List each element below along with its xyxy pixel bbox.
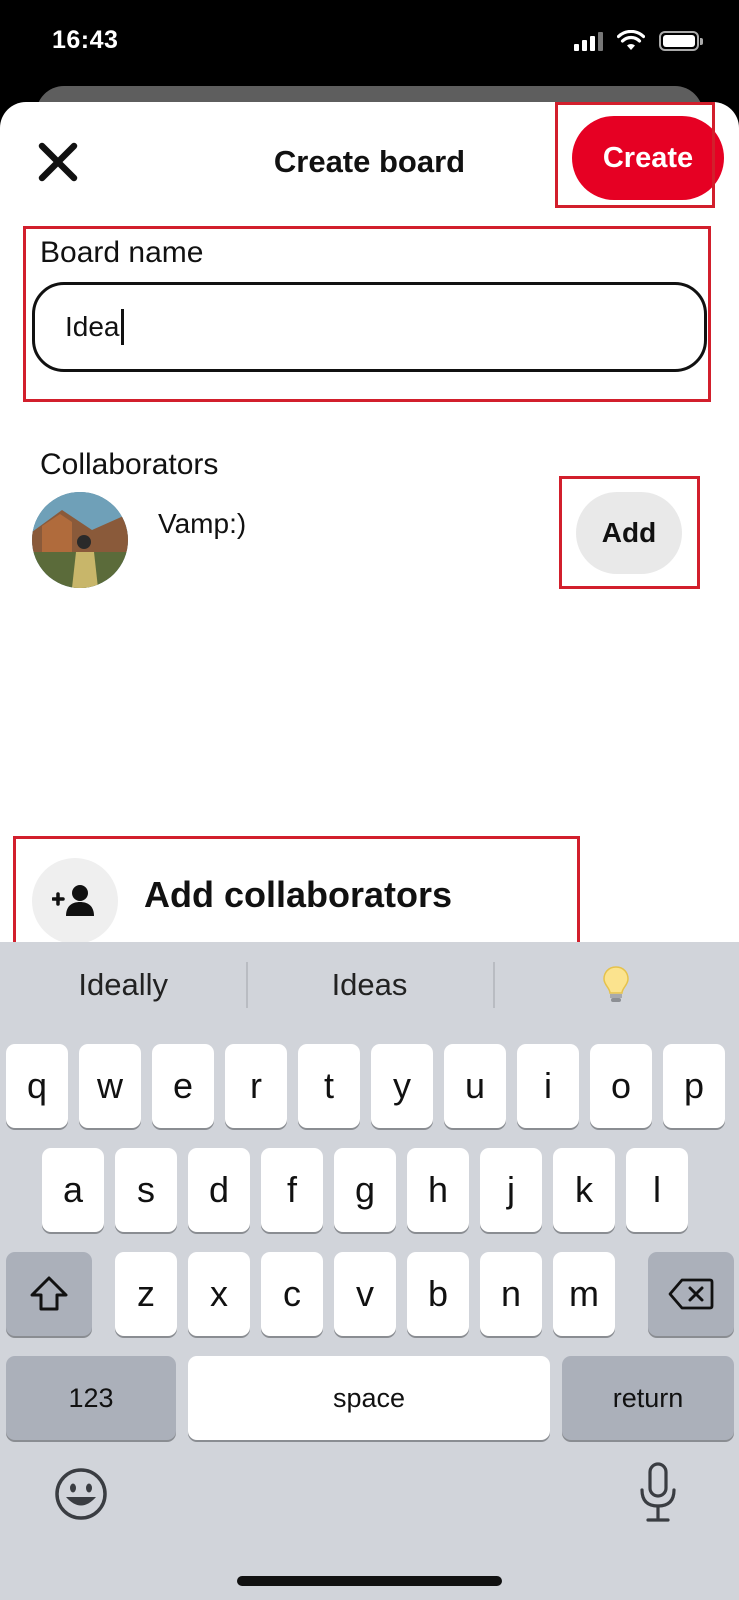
key-k[interactable]: k <box>553 1148 615 1232</box>
collaborators-label: Collaborators <box>40 448 219 481</box>
status-icons <box>574 30 703 52</box>
numbers-key[interactable]: 123 <box>6 1356 176 1440</box>
key-x[interactable]: x <box>188 1252 250 1336</box>
key-n[interactable]: n <box>480 1252 542 1336</box>
key-i[interactable]: i <box>517 1044 579 1128</box>
key-f[interactable]: f <box>261 1148 323 1232</box>
suggestion-bar: Ideally Ideas <box>0 942 739 1028</box>
status-time: 16:43 <box>52 26 119 54</box>
collaborator-name: Vamp:) <box>158 508 247 539</box>
key-q[interactable]: q <box>6 1044 68 1128</box>
wifi-icon <box>617 30 645 50</box>
backspace-icon <box>668 1278 714 1310</box>
key-u[interactable]: u <box>444 1044 506 1128</box>
board-name-value: Idea <box>65 311 120 342</box>
key-d[interactable]: d <box>188 1148 250 1232</box>
create-highlight-box <box>555 102 715 208</box>
board-name-input[interactable]: Idea <box>32 282 707 372</box>
key-p[interactable]: p <box>663 1044 725 1128</box>
key-s[interactable]: s <box>115 1148 177 1232</box>
suggestion-lightbulb[interactable] <box>492 942 739 1028</box>
key-l[interactable]: l <box>626 1148 688 1232</box>
microphone-icon[interactable] <box>636 1462 680 1524</box>
key-z[interactable]: z <box>115 1252 177 1336</box>
lightbulb-icon <box>603 966 629 1002</box>
key-a[interactable]: a <box>42 1148 104 1232</box>
return-key[interactable]: return <box>562 1356 734 1440</box>
key-r[interactable]: r <box>225 1044 287 1128</box>
space-key[interactable]: space <box>188 1356 550 1440</box>
cellular-signal-icon <box>574 31 603 51</box>
key-w[interactable]: w <box>79 1044 141 1128</box>
keyboard: Ideally Ideas q w e r t y u i o p a s d … <box>0 942 739 1600</box>
shift-key[interactable] <box>6 1252 92 1336</box>
text-cursor <box>120 309 124 345</box>
key-v[interactable]: v <box>334 1252 396 1336</box>
create-board-sheet: Create board Create Board name Idea Coll… <box>0 102 739 942</box>
key-j[interactable]: j <box>480 1148 542 1232</box>
suggestion-item[interactable]: Ideally <box>0 942 246 1028</box>
home-indicator <box>237 1576 502 1586</box>
key-o[interactable]: o <box>590 1044 652 1128</box>
key-m[interactable]: m <box>553 1252 615 1336</box>
emoji-icon[interactable] <box>53 1466 109 1522</box>
key-h[interactable]: h <box>407 1148 469 1232</box>
backspace-key[interactable] <box>648 1252 734 1336</box>
key-t[interactable]: t <box>298 1044 360 1128</box>
status-bar: 16:43 <box>0 0 739 88</box>
suggestion-item[interactable]: Ideas <box>246 942 492 1028</box>
add-button-highlight-box <box>559 476 700 589</box>
key-c[interactable]: c <box>261 1252 323 1336</box>
board-name-label: Board name <box>40 236 204 269</box>
key-g[interactable]: g <box>334 1148 396 1232</box>
add-collaborators-highlight-box <box>13 836 580 942</box>
key-y[interactable]: y <box>371 1044 433 1128</box>
battery-icon <box>659 31 703 51</box>
avatar <box>32 492 128 588</box>
shift-icon <box>30 1276 68 1311</box>
key-b[interactable]: b <box>407 1252 469 1336</box>
key-e[interactable]: e <box>152 1044 214 1128</box>
